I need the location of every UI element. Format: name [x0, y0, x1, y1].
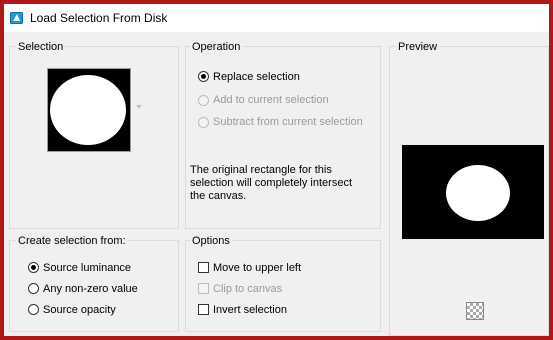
- source-opacity-label[interactable]: Source opacity: [43, 304, 116, 316]
- move-to-upper-left-label[interactable]: Move to upper left: [213, 262, 301, 274]
- replace-selection-radio[interactable]: [198, 71, 209, 82]
- clip-to-canvas-checkbox[interactable]: [198, 283, 209, 294]
- selection-group-title: Selection: [16, 41, 66, 53]
- selection-thumbnail-circle: [50, 75, 126, 145]
- preview-circle: [446, 165, 510, 221]
- transparency-toggle-icon[interactable]: [466, 302, 484, 320]
- add-to-selection-radio[interactable]: [198, 95, 209, 106]
- subtract-from-selection-label[interactable]: Subtract from current selection: [213, 116, 363, 128]
- options-group-title: Options: [190, 235, 232, 247]
- dialog-window: Load Selection From Disk Selection Opera…: [4, 4, 549, 336]
- move-to-upper-left-checkbox[interactable]: [198, 262, 209, 273]
- operation-note: The original rectangle for this selectio…: [190, 164, 353, 202]
- window-title: Load Selection From Disk: [30, 11, 168, 25]
- title-bar: Load Selection From Disk: [4, 4, 549, 32]
- selection-app-icon: [10, 12, 23, 24]
- subtract-from-selection-radio[interactable]: [198, 117, 209, 128]
- invert-selection-label[interactable]: Invert selection: [213, 304, 287, 316]
- preview-image: [402, 145, 544, 239]
- source-luminance-radio[interactable]: [28, 262, 39, 273]
- any-non-zero-value-label[interactable]: Any non-zero value: [43, 283, 138, 295]
- any-non-zero-value-radio[interactable]: [28, 283, 39, 294]
- replace-selection-label[interactable]: Replace selection: [213, 71, 300, 83]
- chevron-down-icon[interactable]: [136, 105, 142, 109]
- source-luminance-label[interactable]: Source luminance: [43, 262, 131, 274]
- preview-group-title: Preview: [396, 41, 440, 53]
- source-opacity-radio[interactable]: [28, 304, 39, 315]
- add-to-selection-label[interactable]: Add to current selection: [213, 94, 329, 106]
- selection-thumbnail-dropdown[interactable]: [47, 68, 131, 152]
- create-selection-from-title: Create selection from:: [16, 235, 128, 247]
- operation-group-title: Operation: [190, 41, 243, 53]
- clip-to-canvas-label[interactable]: Clip to canvas: [213, 283, 282, 295]
- invert-selection-checkbox[interactable]: [198, 304, 209, 315]
